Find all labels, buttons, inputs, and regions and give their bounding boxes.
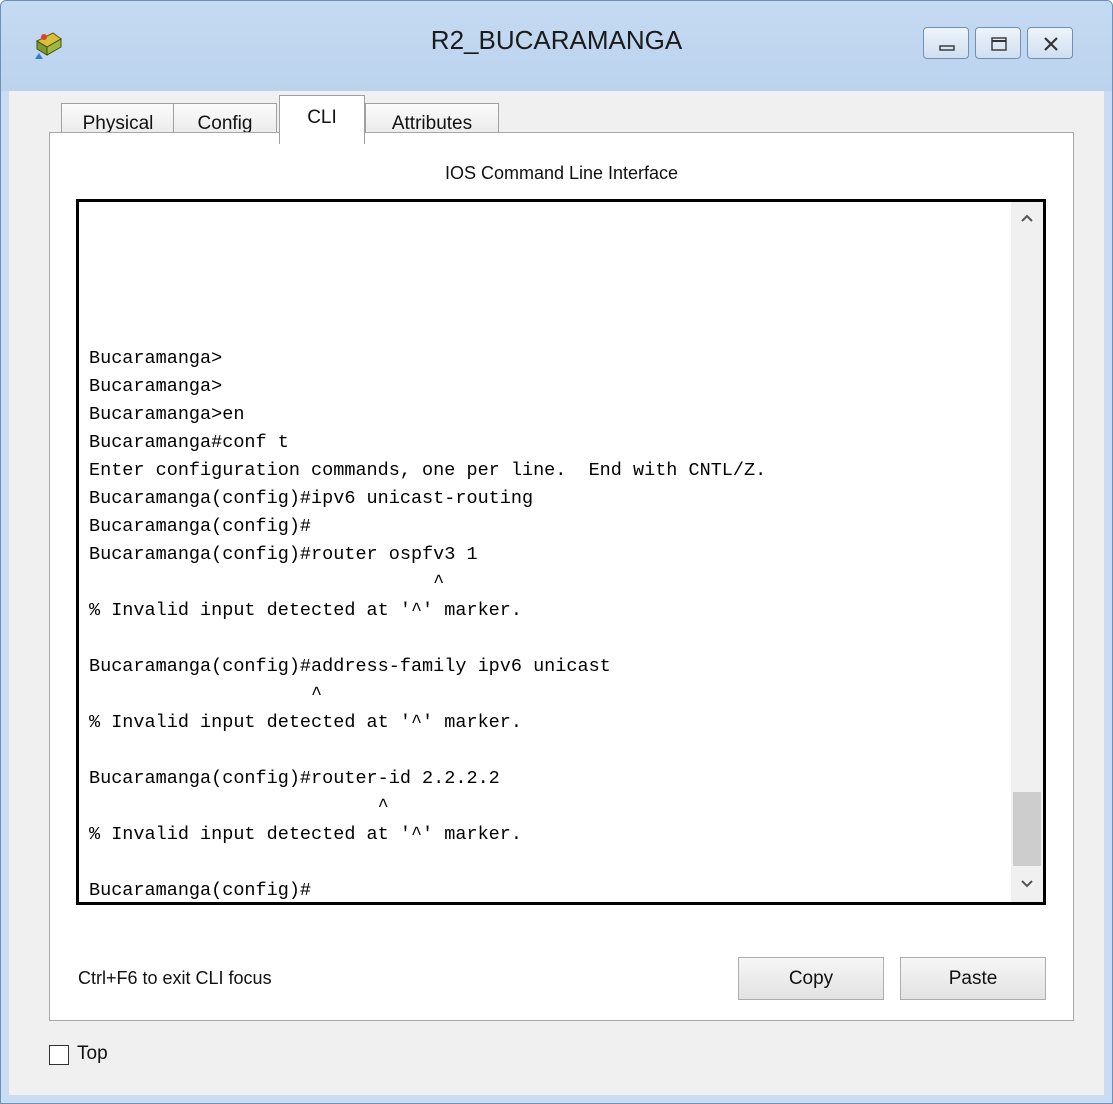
copy-button[interactable]: Copy <box>738 957 884 1000</box>
cli-console[interactable]: Bucaramanga> Bucaramanga> Bucaramanga>en… <box>76 199 1046 905</box>
maximize-icon <box>991 37 1007 51</box>
panel-title: IOS Command Line Interface <box>444 163 679 183</box>
window-client-area: Physical Config CLI Attributes IOS Comma… <box>9 91 1104 1095</box>
scroll-up-icon[interactable] <box>1011 208 1043 228</box>
scroll-down-icon[interactable] <box>1011 874 1043 894</box>
scroll-thumb[interactable] <box>1013 792 1041 866</box>
minimize-button[interactable] <box>923 27 969 59</box>
cli-output[interactable]: Bucaramanga> Bucaramanga> Bucaramanga>en… <box>89 345 766 905</box>
cli-panel: IOS Command Line Interface Bucaramanga> … <box>49 132 1074 1021</box>
title-bar[interactable]: R2_BUCARAMANGA <box>1 1 1112 91</box>
cli-focus-hint: Ctrl+F6 to exit CLI focus <box>78 968 272 988</box>
app-window: R2_BUCARAMANGA Physical Config CLI Attri… <box>0 0 1113 1104</box>
top-checkbox[interactable] <box>49 1045 69 1065</box>
maximize-button[interactable] <box>975 27 1021 59</box>
tab-cli[interactable]: CLI <box>279 95 365 144</box>
close-icon <box>1044 37 1058 51</box>
minimize-icon <box>939 45 955 51</box>
cli-scrollbar[interactable] <box>1011 202 1043 902</box>
close-button[interactable] <box>1027 27 1073 59</box>
top-checkbox-label: Top <box>77 1043 108 1064</box>
paste-button[interactable]: Paste <box>900 957 1046 1000</box>
